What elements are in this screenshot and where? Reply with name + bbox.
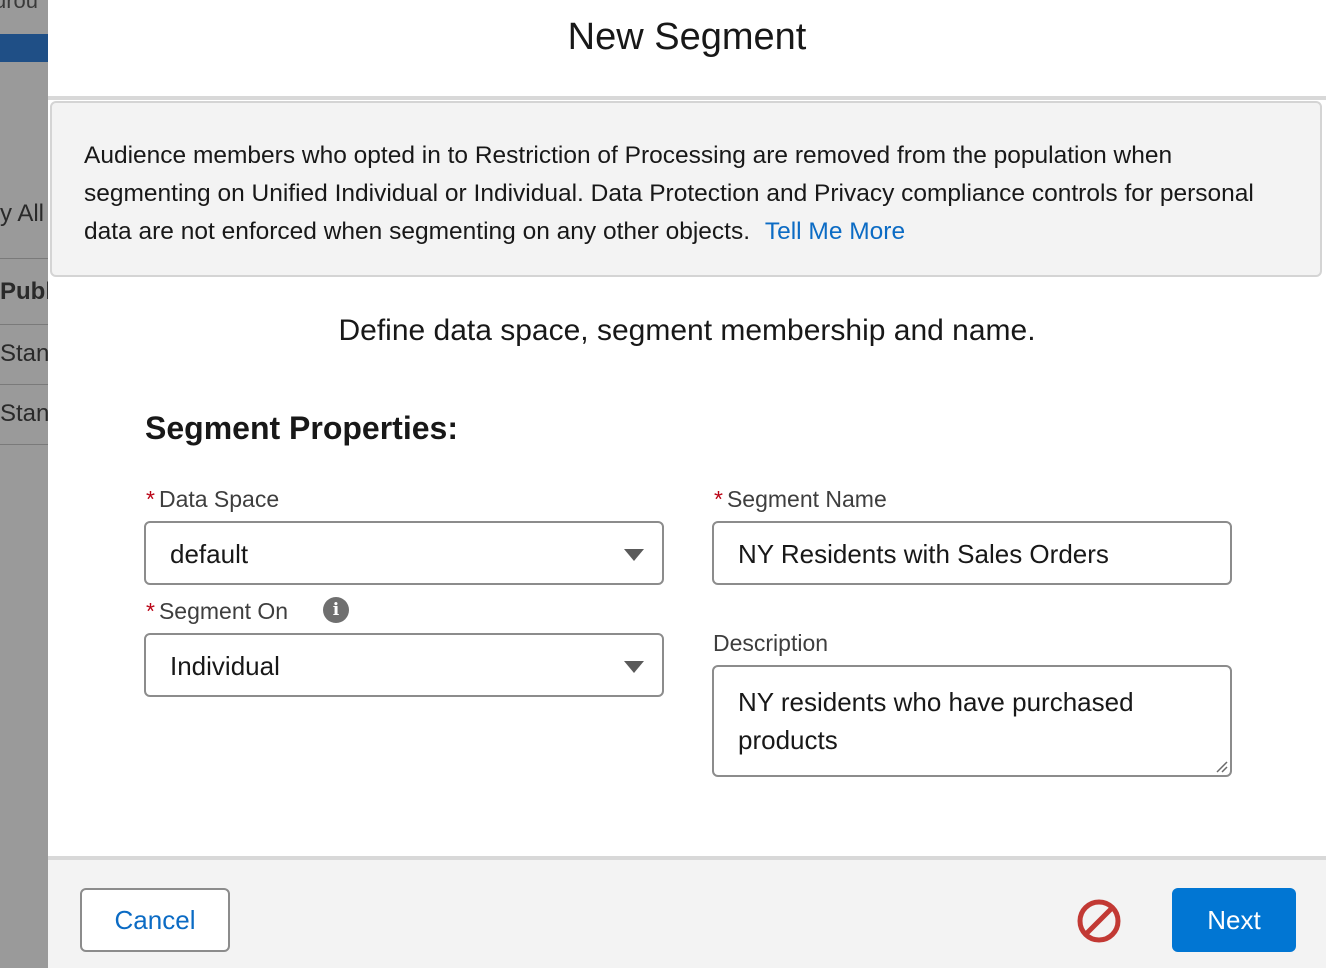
modal-title: New Segment [567, 16, 807, 58]
data-space-label: * Data Space [146, 486, 279, 513]
background-row: y All [0, 200, 45, 227]
segment-name-input[interactable]: NY Residents with Sales Orders [712, 521, 1232, 585]
modal-subtitle: Define data space, segment membership an… [338, 314, 1036, 347]
chevron-down-icon [624, 549, 644, 561]
modal-header: New Segment [48, 0, 1326, 100]
divider [0, 258, 48, 259]
segment-on-label: * Segment On [146, 598, 288, 625]
background-row: Stan [0, 400, 48, 427]
segment-on-select[interactable]: Individual [144, 633, 664, 697]
background-row: Stan [0, 340, 48, 367]
section-title: Segment Properties: [145, 410, 458, 446]
segment-name-label: * Segment Name [714, 486, 887, 513]
data-space-select[interactable]: default [144, 521, 664, 585]
description-value: NY residents who have purchased products [738, 687, 1134, 755]
segment-on-label-text: Segment On [158, 598, 289, 624]
chevron-down-icon [624, 661, 644, 673]
required-marker: * [146, 486, 155, 512]
required-marker: * [146, 598, 155, 624]
required-marker: * [714, 486, 723, 512]
notice-message: Audience members who opted in to Restric… [84, 142, 1254, 245]
description-label: Description [713, 630, 829, 656]
next-button[interactable]: Next [1172, 888, 1296, 952]
modal-footer: Cancel Next [48, 856, 1326, 968]
privacy-notice: Audience members who opted in to Restric… [50, 101, 1322, 277]
data-space-label-text: Data Space [158, 486, 280, 512]
background-app: urou y All Publ Stan Stan [0, 0, 48, 968]
background-top-text: urou [0, 0, 39, 13]
resize-handle-icon[interactable] [1214, 759, 1228, 773]
segment-name-label-text: Segment Name [726, 486, 887, 512]
new-segment-modal: New Segment Audience members who opted i… [48, 0, 1326, 968]
cancel-button[interactable]: Cancel [80, 888, 230, 952]
background-row: Publ [0, 278, 48, 305]
divider [0, 444, 48, 445]
prohibited-icon [1077, 899, 1121, 943]
segment-name-value: NY Residents with Sales Orders [738, 539, 1109, 569]
tell-me-more-link[interactable]: Tell Me More [765, 218, 905, 245]
description-textarea[interactable]: NY residents who have purchased products [712, 665, 1232, 777]
background-blue-bar [0, 34, 48, 62]
notice-text: Audience members who opted in to Restric… [84, 137, 1284, 251]
divider [0, 324, 48, 325]
segment-on-value: Individual [170, 651, 280, 681]
divider [0, 384, 48, 385]
data-space-value: default [170, 539, 249, 569]
info-icon[interactable]: i [323, 597, 349, 623]
